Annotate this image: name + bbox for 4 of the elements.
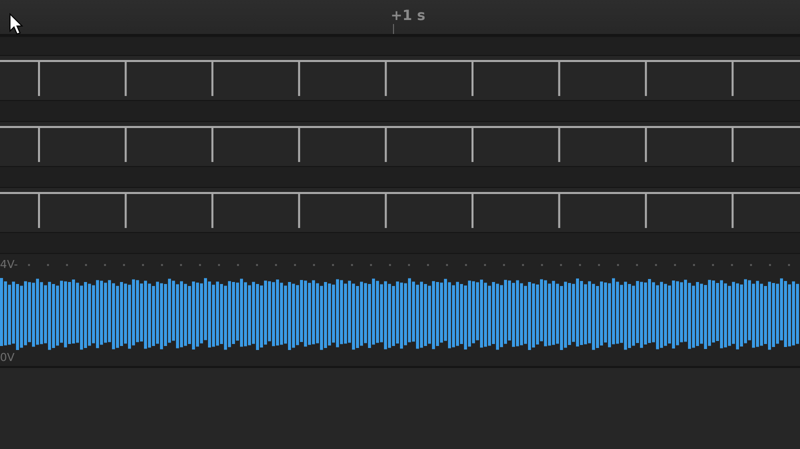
scale-label: 0V (0, 352, 15, 364)
scale-label: 4V- (0, 259, 18, 271)
cursor-icon (9, 13, 23, 35)
time-marker: +1 s (390, 8, 426, 24)
